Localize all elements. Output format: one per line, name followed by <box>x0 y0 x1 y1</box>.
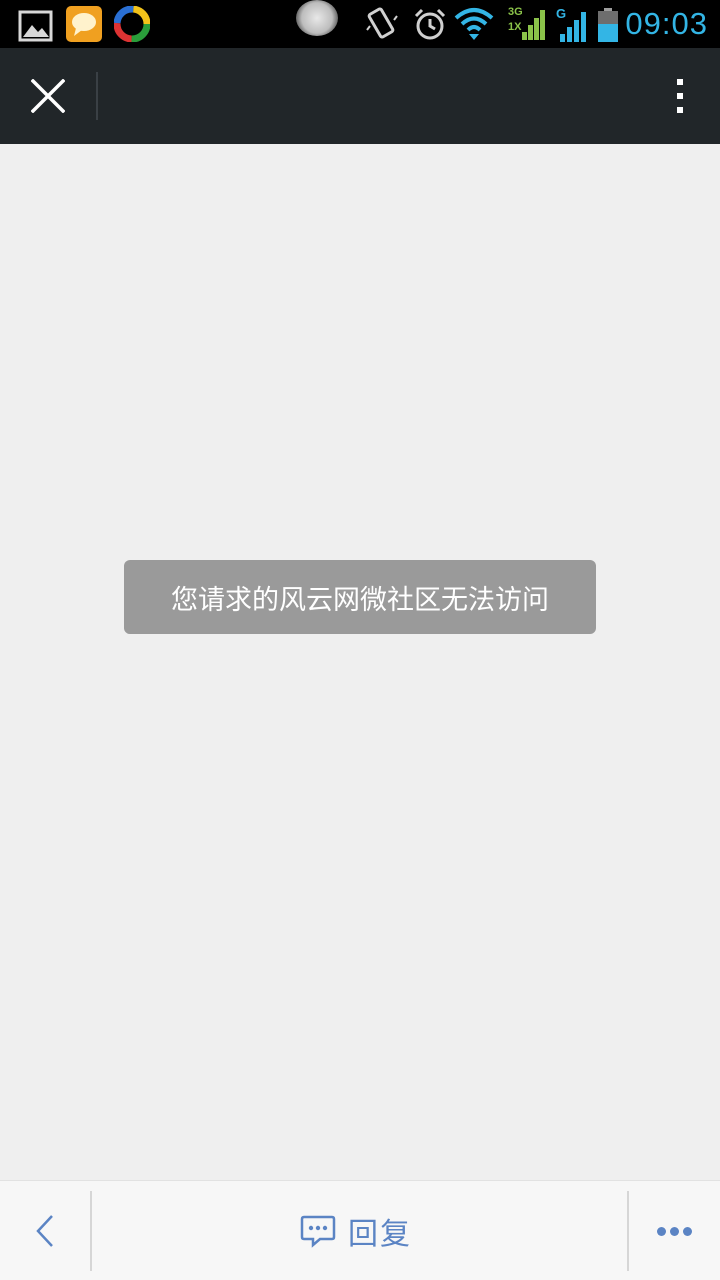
signal-icon: G <box>556 6 590 42</box>
more-dots-icon <box>657 1226 666 1236</box>
reply-button[interactable]: 回复 <box>300 1206 430 1256</box>
camera-glare <box>296 0 338 36</box>
bottom-toolbar: 回复 <box>0 1180 720 1280</box>
toast-text: 您请求的风云网微社区无法访问 <box>171 584 549 616</box>
comment-icon <box>300 1215 336 1248</box>
status-bar: 3G 1X G 09:03 <box>0 0 720 48</box>
app-icon <box>114 6 150 42</box>
app-bar <box>0 48 720 144</box>
battery-icon <box>598 8 618 42</box>
network-sub-label: 1X <box>508 21 522 33</box>
vibrate-icon <box>366 7 398 39</box>
close-button[interactable] <box>0 48 96 144</box>
signal-3g-icon: 3G 1X <box>508 6 546 42</box>
chevron-left-icon <box>36 1215 53 1247</box>
close-icon <box>31 79 65 113</box>
network-type-label: 3G <box>508 6 523 18</box>
alarm-icon <box>414 8 446 40</box>
overflow-menu-icon <box>677 79 683 85</box>
overflow-menu-button[interactable] <box>664 72 696 120</box>
messaging-icon <box>66 6 102 42</box>
gallery-icon <box>18 10 53 42</box>
wifi-icon <box>454 8 494 40</box>
toast-message: 您请求的风云网微社区无法访问 <box>124 560 596 634</box>
more-button[interactable] <box>629 1181 720 1280</box>
toolbar-divider-left <box>90 1191 92 1271</box>
status-clock: 09:03 <box>625 6 708 41</box>
back-button[interactable] <box>0 1181 90 1280</box>
reply-label: 回复 <box>348 1217 412 1252</box>
app-bar-divider <box>96 72 98 120</box>
